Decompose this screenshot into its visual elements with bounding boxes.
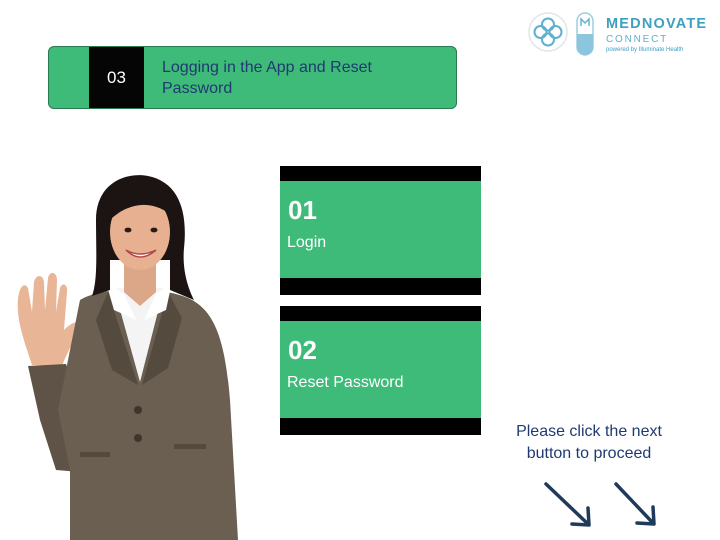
menu-card-reset-password[interactable]: 02 Reset Password [280, 306, 481, 435]
menu-card-login[interactable]: 01 Login [280, 166, 481, 295]
menu-card-number: 02 [288, 335, 317, 365]
arrow-down-right-icon [614, 482, 656, 526]
menu-card-body: 01 Login [280, 181, 481, 278]
menu-card-body: 02 Reset Password [280, 321, 481, 418]
instruction-text: Please click the next button to proceed [516, 423, 662, 462]
section-title: Logging in the App and Reset Password [162, 59, 372, 97]
menu-card-label: Login [287, 234, 327, 251]
presenter-illustration [17, 175, 238, 540]
capsule-icon [576, 12, 594, 56]
section-number: 03 [89, 47, 144, 108]
logo-tagline: powered by Illuminate Health [606, 47, 684, 53]
menu-card-label: Reset Password [287, 374, 404, 391]
clover-cross-icon [528, 12, 568, 52]
brand-logo: MEDNOVATE CONNECT powered by Illuminate … [528, 10, 714, 62]
section-header: 03 Logging in the App and Reset Password [48, 46, 457, 109]
menu-card-number: 01 [288, 195, 317, 225]
logo-subtitle: CONNECT [606, 34, 669, 45]
arrow-down-right-icon [544, 482, 591, 527]
logo-name: MEDNOVATE [606, 16, 708, 32]
